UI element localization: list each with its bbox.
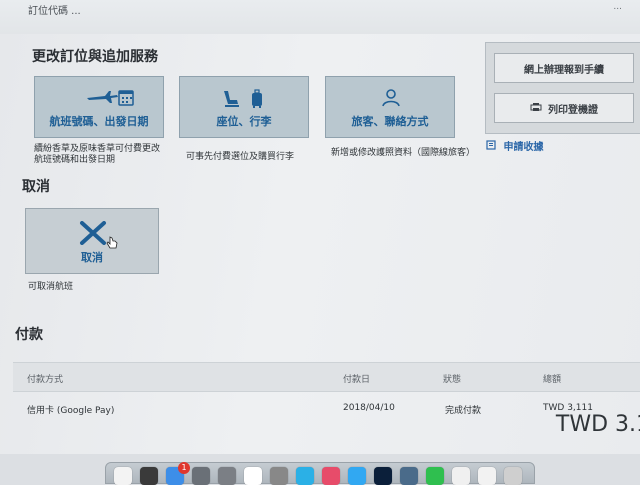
printer-icon [530, 102, 542, 115]
header-date: 付款日 [343, 375, 371, 385]
trash-icon[interactable] [504, 467, 522, 485]
music-icon[interactable] [322, 467, 340, 485]
payment-table-header: 付款方式 付款日 狀態 總額 [13, 362, 640, 392]
header-method: 付款方式 [27, 375, 64, 385]
row-method: 信用卡 (Google Pay) [27, 406, 115, 416]
app-icon-14[interactable] [478, 467, 496, 485]
apply-receipt-link[interactable]: 申請收據 [486, 138, 543, 153]
web-checkin-label: 網上辦理報到手續 [524, 64, 604, 76]
main-content: 更改訂位與追加服務 航班號碼、出發日期 續紛香草及原味香草可付費更改航班號碼和出… [0, 34, 640, 454]
row-status: 完成付款 [445, 406, 482, 416]
header-amount: 總額 [543, 375, 562, 385]
apply-receipt-label: 申請收據 [503, 142, 544, 153]
print-itinerary-label: 列印登機證 [548, 104, 598, 116]
receipt-icon [486, 140, 496, 153]
top-left-text: 訂位代碼 ... [28, 6, 81, 17]
cancel-x-icon [26, 221, 158, 245]
plane-calendar-icon [35, 87, 163, 109]
tile-seat-baggage[interactable]: 座位、行李 [179, 76, 309, 138]
tile-flight-date[interactable]: 航班號碼、出發日期 [34, 76, 164, 138]
cancel-tile[interactable]: 取消 [25, 208, 159, 274]
tile-flight-date-label: 航班號碼、出發日期 [49, 115, 149, 128]
launchpad-icon[interactable] [192, 467, 210, 485]
tile-passenger-contact-desc: 新增或修改護照資料（國際線旅客） [331, 148, 476, 158]
tile-flight-date-desc: 續紛香草及原味香草可付費更改航班號碼和出發日期 [34, 144, 161, 165]
print-itinerary-button[interactable]: 列印登機證 [494, 93, 634, 123]
person-icon [326, 87, 454, 109]
skype-icon[interactable] [296, 467, 314, 485]
finder-icon[interactable] [114, 467, 132, 485]
row-date: 2018/04/10 [343, 403, 395, 413]
system-prefs-icon[interactable] [218, 467, 236, 485]
payment-section-title: 付款 [15, 327, 43, 343]
top-header-strip: 訂位代碼 ... ... [0, 0, 640, 35]
tile-passenger-contact[interactable]: 旅客、聯絡方式 [325, 76, 455, 138]
web-checkin-button[interactable]: 網上辦理報到手續 [494, 53, 634, 83]
dock [105, 462, 535, 485]
app-icon-11[interactable] [400, 467, 418, 485]
photoshop-icon[interactable] [374, 467, 392, 485]
tile-seat-baggage-label: 座位、行李 [216, 115, 272, 128]
line-icon[interactable] [426, 467, 444, 485]
cancel-section-title: 取消 [22, 179, 50, 195]
photos-icon[interactable] [244, 467, 262, 485]
top-right-text: ... [613, 2, 622, 12]
app-icon-6[interactable] [270, 467, 288, 485]
tile-seat-baggage-desc: 可事先付費選位及購買行李 [186, 152, 295, 162]
dock-badge: 1 [178, 462, 190, 474]
cancel-desc: 可取消航班 [28, 282, 74, 292]
total-amount-partial: TWD 3.1 [555, 412, 640, 437]
safari-icon[interactable] [348, 467, 366, 485]
change-section-title: 更改訂位與追加服務 [32, 49, 158, 65]
seat-luggage-icon [180, 87, 308, 109]
side-actions-panel: 網上辦理報到手續 列印登機證 [485, 42, 640, 134]
header-status: 狀態 [443, 375, 462, 385]
clock-icon[interactable] [140, 467, 158, 485]
tile-passenger-contact-label: 旅客、聯絡方式 [351, 115, 429, 128]
table-row: 信用卡 (Google Pay) 2018/04/10 完成付款 TWD 3,1… [13, 391, 640, 431]
cancel-tile-label: 取消 [81, 251, 103, 264]
chrome-icon[interactable] [452, 467, 470, 485]
